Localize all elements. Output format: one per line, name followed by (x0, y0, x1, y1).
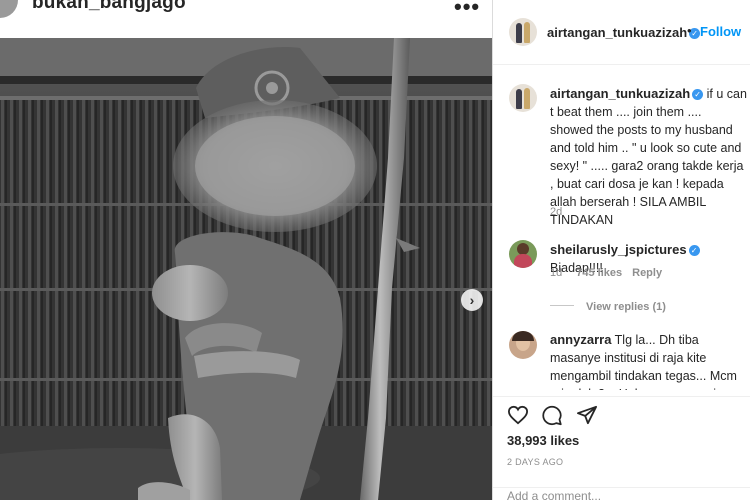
verified-badge-icon: ✓ (688, 245, 700, 256)
verified-badge-icon: ✓ (692, 89, 704, 100)
comment-body: airtangan_tunkuazizah ✓ if u can t beat t… (550, 85, 748, 229)
comment-username[interactable]: annyzarra (550, 332, 611, 347)
chevron-right-icon[interactable]: › (461, 289, 483, 311)
more-horizontal-icon[interactable]: ••• (454, 0, 480, 20)
header-separator: • (687, 23, 692, 38)
view-replies-row[interactable]: View replies (1) (550, 297, 666, 315)
comment-time: 1d (550, 267, 563, 279)
comment-body: annyzarra Tlg la... Dh tiba masanye inst… (550, 331, 748, 390)
view-replies-button[interactable]: View replies (1) (586, 301, 666, 313)
comments-list: airtangan_tunkuazizah ✓ if u can t beat t… (493, 65, 750, 390)
comments-panel: airtangan_tunkuazizah ✓ • Follow airtanga… (493, 0, 750, 503)
comment-username[interactable]: sheilarusly_jspictures (550, 242, 687, 257)
post-author-avatar[interactable] (0, 0, 18, 18)
comment-icon[interactable] (541, 405, 563, 426)
heart-icon[interactable] (507, 405, 529, 425)
add-comment-placeholder: Add a comment... (507, 489, 602, 503)
comment-text: if u can t beat them .... join them ....… (550, 87, 747, 227)
post-time-ago: 2 DAYS AGO (507, 457, 564, 467)
post-author-username[interactable]: bukan_bangjago (32, 0, 186, 14)
post-actions: 38,993 likes 2 DAYS AGO Add a comment... (493, 396, 750, 503)
likes-count[interactable]: 38,993 likes (507, 433, 579, 448)
post-media-panel: bukan_bangjago ••• › (0, 0, 492, 500)
comment-avatar[interactable] (509, 84, 537, 112)
follow-button[interactable]: Follow (700, 24, 741, 39)
header-username-wrap: airtangan_tunkuazizah ✓ (547, 24, 701, 42)
post-header: airtangan_tunkuazizah ✓ • Follow (493, 0, 750, 65)
view-replies-line (550, 305, 574, 307)
comment-avatar[interactable] (509, 240, 537, 268)
comment-avatar[interactable] (509, 331, 537, 359)
header-username[interactable]: airtangan_tunkuazizah (547, 25, 687, 40)
header-avatar[interactable] (509, 18, 537, 46)
reply-button[interactable]: Reply (632, 267, 662, 279)
comment-username[interactable]: airtangan_tunkuazizah (550, 86, 690, 101)
comment-time: 2d (550, 206, 563, 218)
post-photo: › (0, 38, 492, 500)
post-top-bar: bukan_bangjago ••• (0, 0, 492, 38)
paper-plane-icon[interactable] (576, 405, 598, 425)
comment-meta: 1d 745 likes Reply (550, 267, 662, 279)
comment-likes[interactable]: 745 likes (576, 267, 622, 279)
